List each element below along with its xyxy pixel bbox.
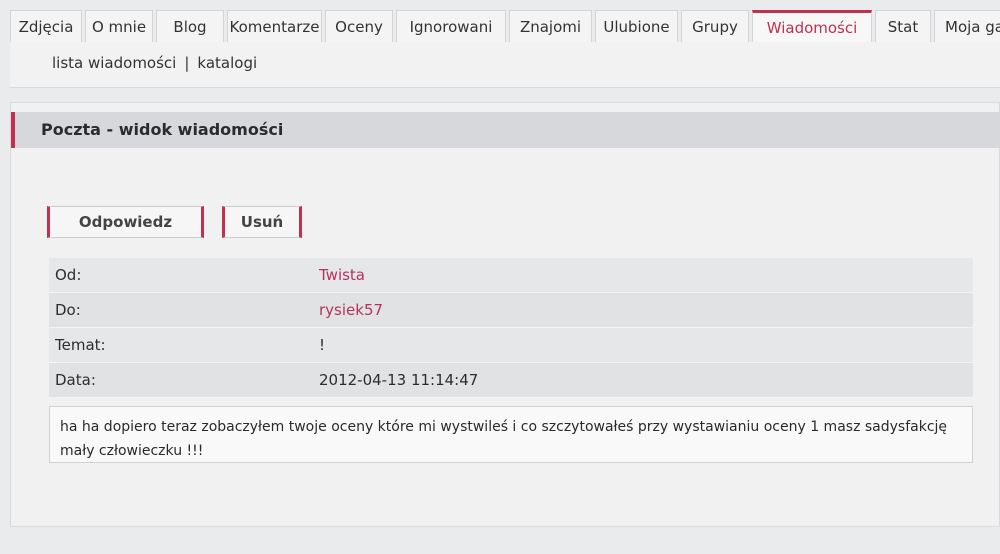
tab-grupy[interactable]: Grupy	[681, 10, 749, 42]
page: Zdjęcia O mnie Blog Komentarze Oceny Ign…	[0, 0, 1000, 554]
tab-o-mnie[interactable]: O mnie	[85, 10, 153, 42]
reply-button[interactable]: Odpowiedz	[47, 206, 204, 238]
tab-komentarze[interactable]: Komentarze	[227, 10, 322, 42]
subject-value: !	[319, 336, 326, 354]
message-details: Od: Twista Do: rysiek57 Temat: ! Data: 2…	[49, 258, 973, 398]
tab-wiadomosci[interactable]: Wiadomości	[752, 10, 872, 42]
subnav-katalogi[interactable]: katalogi	[197, 54, 257, 72]
subject-label: Temat:	[55, 336, 106, 354]
date-value: 2012-04-13 11:14:47	[319, 371, 479, 389]
message-body: ha ha dopiero teraz zobaczyłem twoje oce…	[49, 406, 973, 463]
from-value-link[interactable]: Twista	[319, 266, 365, 284]
to-value-link[interactable]: rysiek57	[319, 301, 383, 319]
subnav-separator: |	[184, 54, 190, 72]
tab-ignorowani[interactable]: Ignorowani	[396, 10, 506, 42]
tab-moja-galeria[interactable]: Moja galer	[934, 10, 1000, 42]
panel-header: Poczta - widok wiadomości	[11, 112, 1000, 148]
detail-row-from: Od: Twista	[49, 258, 973, 293]
detail-row-to: Do: rysiek57	[49, 293, 973, 328]
sub-navigation: lista wiadomości | katalogi	[10, 42, 1000, 88]
message-body-line-1: ha ha dopiero teraz zobaczyłem twoje oce…	[60, 419, 948, 435]
tab-blog[interactable]: Blog	[156, 10, 224, 42]
to-label: Do:	[55, 301, 81, 319]
profile-tabs: Zdjęcia O mnie Blog Komentarze Oceny Ign…	[10, 10, 1000, 42]
tab-ulubione[interactable]: Ulubione	[595, 10, 678, 42]
detail-row-subject: Temat: !	[49, 328, 973, 363]
tab-znajomi[interactable]: Znajomi	[509, 10, 592, 42]
message-body-line-2: mały człowieczku !!!	[60, 443, 204, 459]
message-panel: Poczta - widok wiadomości Odpowiedz Usuń…	[10, 102, 1000, 527]
date-label: Data:	[55, 371, 96, 389]
tab-zdjecia[interactable]: Zdjęcia	[10, 10, 82, 42]
delete-button[interactable]: Usuń	[222, 206, 302, 238]
message-actions: Odpowiedz Usuń	[47, 206, 302, 238]
detail-row-date: Data: 2012-04-13 11:14:47	[49, 363, 973, 398]
tab-oceny[interactable]: Oceny	[325, 10, 393, 42]
tab-stat[interactable]: Stat	[875, 10, 931, 42]
from-label: Od:	[55, 266, 82, 284]
subnav-lista-wiadomosci[interactable]: lista wiadomości	[52, 54, 176, 72]
page-title: Poczta - widok wiadomości	[41, 120, 284, 139]
